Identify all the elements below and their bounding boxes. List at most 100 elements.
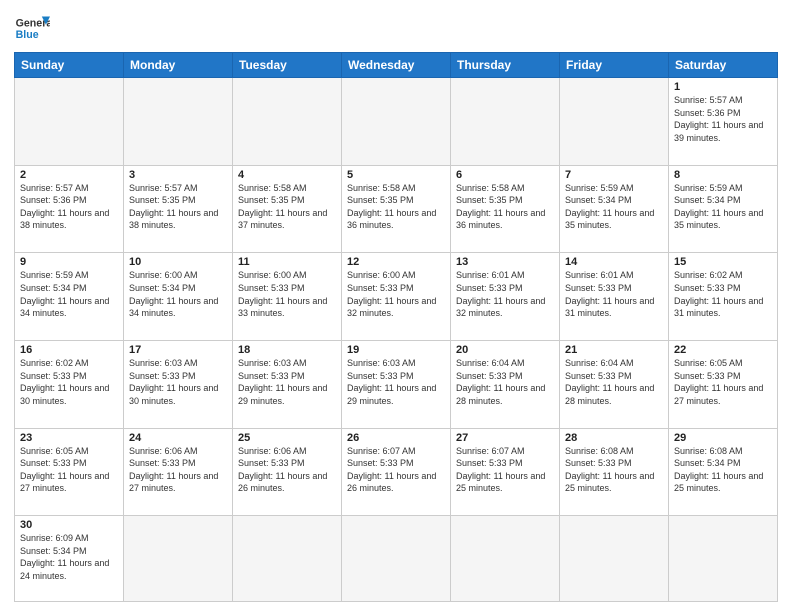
day-number: 17 — [129, 344, 227, 356]
calendar: Sunday Monday Tuesday Wednesday Thursday… — [14, 52, 778, 602]
calendar-cell: 21Sunrise: 6:04 AMSunset: 5:33 PMDayligh… — [560, 340, 669, 428]
calendar-cell: 3Sunrise: 5:57 AMSunset: 5:35 PMDaylight… — [124, 165, 233, 253]
calendar-cell — [233, 78, 342, 166]
header: General Blue — [14, 10, 778, 46]
day-info: Sunrise: 6:05 AMSunset: 5:33 PMDaylight:… — [674, 357, 772, 407]
day-info: Sunrise: 6:03 AMSunset: 5:33 PMDaylight:… — [347, 357, 445, 407]
day-info: Sunrise: 6:02 AMSunset: 5:33 PMDaylight:… — [674, 269, 772, 319]
day-info: Sunrise: 6:08 AMSunset: 5:33 PMDaylight:… — [565, 445, 663, 495]
calendar-cell: 1Sunrise: 5:57 AMSunset: 5:36 PMDaylight… — [669, 78, 778, 166]
calendar-row: 16Sunrise: 6:02 AMSunset: 5:33 PMDayligh… — [15, 340, 778, 428]
day-number: 24 — [129, 432, 227, 444]
day-info: Sunrise: 6:01 AMSunset: 5:33 PMDaylight:… — [565, 269, 663, 319]
day-number: 21 — [565, 344, 663, 356]
day-number: 4 — [238, 169, 336, 181]
calendar-cell — [560, 516, 669, 602]
day-number: 1 — [674, 81, 772, 93]
header-monday: Monday — [124, 53, 233, 78]
header-thursday: Thursday — [451, 53, 560, 78]
day-info: Sunrise: 5:58 AMSunset: 5:35 PMDaylight:… — [347, 182, 445, 232]
calendar-cell: 11Sunrise: 6:00 AMSunset: 5:33 PMDayligh… — [233, 253, 342, 341]
calendar-cell — [342, 516, 451, 602]
day-number: 8 — [674, 169, 772, 181]
day-info: Sunrise: 6:06 AMSunset: 5:33 PMDaylight:… — [129, 445, 227, 495]
header-sunday: Sunday — [15, 53, 124, 78]
day-info: Sunrise: 5:59 AMSunset: 5:34 PMDaylight:… — [20, 269, 118, 319]
day-info: Sunrise: 6:00 AMSunset: 5:34 PMDaylight:… — [129, 269, 227, 319]
calendar-cell: 15Sunrise: 6:02 AMSunset: 5:33 PMDayligh… — [669, 253, 778, 341]
calendar-cell: 25Sunrise: 6:06 AMSunset: 5:33 PMDayligh… — [233, 428, 342, 516]
day-number: 13 — [456, 256, 554, 268]
day-number: 15 — [674, 256, 772, 268]
day-number: 16 — [20, 344, 118, 356]
calendar-cell: 24Sunrise: 6:06 AMSunset: 5:33 PMDayligh… — [124, 428, 233, 516]
calendar-cell: 22Sunrise: 6:05 AMSunset: 5:33 PMDayligh… — [669, 340, 778, 428]
day-info: Sunrise: 5:57 AMSunset: 5:36 PMDaylight:… — [674, 94, 772, 144]
day-number: 9 — [20, 256, 118, 268]
calendar-cell — [451, 516, 560, 602]
day-info: Sunrise: 5:58 AMSunset: 5:35 PMDaylight:… — [238, 182, 336, 232]
logo-icon: General Blue — [14, 10, 50, 46]
header-tuesday: Tuesday — [233, 53, 342, 78]
day-number: 7 — [565, 169, 663, 181]
weekday-header-row: Sunday Monday Tuesday Wednesday Thursday… — [15, 53, 778, 78]
day-info: Sunrise: 6:08 AMSunset: 5:34 PMDaylight:… — [674, 445, 772, 495]
day-info: Sunrise: 6:07 AMSunset: 5:33 PMDaylight:… — [347, 445, 445, 495]
calendar-cell: 9Sunrise: 5:59 AMSunset: 5:34 PMDaylight… — [15, 253, 124, 341]
day-number: 20 — [456, 344, 554, 356]
calendar-cell: 16Sunrise: 6:02 AMSunset: 5:33 PMDayligh… — [15, 340, 124, 428]
day-info: Sunrise: 6:01 AMSunset: 5:33 PMDaylight:… — [456, 269, 554, 319]
calendar-cell: 30Sunrise: 6:09 AMSunset: 5:34 PMDayligh… — [15, 516, 124, 602]
day-number: 18 — [238, 344, 336, 356]
calendar-cell: 29Sunrise: 6:08 AMSunset: 5:34 PMDayligh… — [669, 428, 778, 516]
calendar-cell — [451, 78, 560, 166]
calendar-cell: 23Sunrise: 6:05 AMSunset: 5:33 PMDayligh… — [15, 428, 124, 516]
day-number: 19 — [347, 344, 445, 356]
day-info: Sunrise: 5:59 AMSunset: 5:34 PMDaylight:… — [674, 182, 772, 232]
logo: General Blue — [14, 10, 50, 46]
day-number: 30 — [20, 519, 118, 531]
day-info: Sunrise: 6:07 AMSunset: 5:33 PMDaylight:… — [456, 445, 554, 495]
header-friday: Friday — [560, 53, 669, 78]
calendar-cell: 4Sunrise: 5:58 AMSunset: 5:35 PMDaylight… — [233, 165, 342, 253]
day-info: Sunrise: 5:58 AMSunset: 5:35 PMDaylight:… — [456, 182, 554, 232]
calendar-cell: 12Sunrise: 6:00 AMSunset: 5:33 PMDayligh… — [342, 253, 451, 341]
day-info: Sunrise: 5:57 AMSunset: 5:35 PMDaylight:… — [129, 182, 227, 232]
calendar-row: 2Sunrise: 5:57 AMSunset: 5:36 PMDaylight… — [15, 165, 778, 253]
day-number: 5 — [347, 169, 445, 181]
day-info: Sunrise: 6:05 AMSunset: 5:33 PMDaylight:… — [20, 445, 118, 495]
day-info: Sunrise: 5:59 AMSunset: 5:34 PMDaylight:… — [565, 182, 663, 232]
day-number: 29 — [674, 432, 772, 444]
calendar-cell: 8Sunrise: 5:59 AMSunset: 5:34 PMDaylight… — [669, 165, 778, 253]
svg-text:Blue: Blue — [16, 29, 39, 41]
day-info: Sunrise: 6:04 AMSunset: 5:33 PMDaylight:… — [565, 357, 663, 407]
calendar-cell — [233, 516, 342, 602]
day-info: Sunrise: 6:02 AMSunset: 5:33 PMDaylight:… — [20, 357, 118, 407]
calendar-cell: 18Sunrise: 6:03 AMSunset: 5:33 PMDayligh… — [233, 340, 342, 428]
calendar-cell: 27Sunrise: 6:07 AMSunset: 5:33 PMDayligh… — [451, 428, 560, 516]
day-number: 11 — [238, 256, 336, 268]
day-info: Sunrise: 6:03 AMSunset: 5:33 PMDaylight:… — [129, 357, 227, 407]
calendar-row: 9Sunrise: 5:59 AMSunset: 5:34 PMDaylight… — [15, 253, 778, 341]
day-info: Sunrise: 6:09 AMSunset: 5:34 PMDaylight:… — [20, 532, 118, 582]
calendar-cell: 28Sunrise: 6:08 AMSunset: 5:33 PMDayligh… — [560, 428, 669, 516]
day-number: 28 — [565, 432, 663, 444]
calendar-row: 1Sunrise: 5:57 AMSunset: 5:36 PMDaylight… — [15, 78, 778, 166]
header-wednesday: Wednesday — [342, 53, 451, 78]
day-number: 10 — [129, 256, 227, 268]
day-info: Sunrise: 6:06 AMSunset: 5:33 PMDaylight:… — [238, 445, 336, 495]
calendar-row: 23Sunrise: 6:05 AMSunset: 5:33 PMDayligh… — [15, 428, 778, 516]
day-number: 12 — [347, 256, 445, 268]
day-number: 25 — [238, 432, 336, 444]
calendar-cell — [15, 78, 124, 166]
calendar-row: 30Sunrise: 6:09 AMSunset: 5:34 PMDayligh… — [15, 516, 778, 602]
day-number: 14 — [565, 256, 663, 268]
calendar-cell — [342, 78, 451, 166]
day-info: Sunrise: 6:03 AMSunset: 5:33 PMDaylight:… — [238, 357, 336, 407]
calendar-cell — [124, 516, 233, 602]
calendar-cell: 5Sunrise: 5:58 AMSunset: 5:35 PMDaylight… — [342, 165, 451, 253]
calendar-cell: 20Sunrise: 6:04 AMSunset: 5:33 PMDayligh… — [451, 340, 560, 428]
calendar-cell: 7Sunrise: 5:59 AMSunset: 5:34 PMDaylight… — [560, 165, 669, 253]
day-number: 26 — [347, 432, 445, 444]
day-number: 3 — [129, 169, 227, 181]
